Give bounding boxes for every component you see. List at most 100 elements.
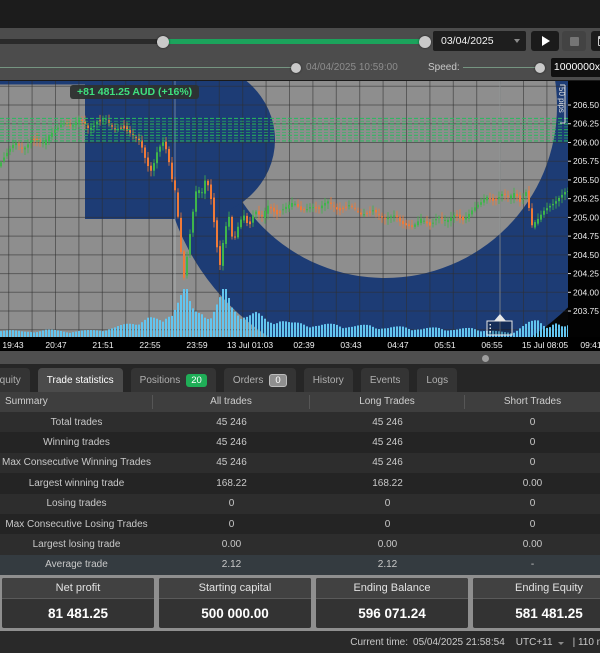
time-tick: 03:43: [340, 340, 362, 350]
time-tick: 19:43: [2, 340, 24, 350]
stats-header-3: Short Trades: [465, 395, 600, 409]
test-progress-line: [0, 67, 291, 68]
current-time-label: Current time:: [350, 637, 408, 648]
card-value: 81 481.25: [2, 599, 154, 627]
table-row[interactable]: Losing trades000: [0, 494, 600, 514]
row-value: 2.12: [310, 559, 465, 570]
row-value: 0.00: [465, 478, 600, 489]
time-tick: 22:55: [139, 340, 161, 350]
row-label: Largest winning trade: [0, 478, 153, 489]
stats-header-0: Summary: [0, 395, 153, 409]
current-time-value: 05/04/2025 21:58:54: [413, 637, 505, 648]
row-value: 45 246: [153, 417, 310, 428]
table-row[interactable]: Winning trades45 24645 2460: [0, 432, 600, 452]
table-row[interactable]: Average trade2.122.12-: [0, 555, 600, 575]
time-tick: 13 Jul 01:03: [227, 340, 274, 350]
chart-scrollbar[interactable]: [0, 351, 600, 364]
card-title: Ending Equity: [473, 578, 600, 599]
chart-scrollbar-handle[interactable]: [482, 355, 489, 362]
tab-orders[interactable]: Orders0: [224, 368, 296, 392]
tab-label: Logs: [426, 375, 448, 386]
play-button[interactable]: [531, 31, 559, 51]
price-tick: 204.00: [573, 287, 599, 297]
timezone-dropdown[interactable]: UTC+11: [516, 637, 553, 648]
stats-table-body: Total trades45 24645 2460Winning trades4…: [0, 412, 600, 575]
chart-canvas[interactable]: 50 pips206.50206.25206.00205.75205.50205…: [0, 81, 600, 352]
chevron-down-icon: [514, 39, 520, 43]
tab-count-badge: 20: [186, 374, 207, 387]
time-tick: 20:47: [45, 340, 67, 350]
row-value: 45 246: [153, 437, 310, 448]
row-value: -: [465, 559, 600, 570]
row-value: 0: [310, 498, 465, 509]
play-icon: [542, 36, 550, 46]
time-tick: 15 Jul 08:05: [522, 340, 569, 350]
row-value: 0: [465, 417, 600, 428]
row-label: Average trade: [0, 559, 153, 570]
row-value: 0.00: [153, 539, 310, 550]
row-value: 0: [465, 519, 600, 530]
tab-count-badge: 0: [269, 374, 286, 387]
speed-slider-track[interactable]: [463, 67, 540, 68]
price-tick: 205.50: [573, 175, 599, 185]
seek-start-handle[interactable]: [157, 36, 169, 48]
scale-label: 50 pips: [557, 87, 566, 113]
trading-app-window: 03/04/2025 04/04/2025 10:59:00 Speed: 10…: [0, 0, 600, 653]
row-value: 0: [310, 519, 465, 530]
playback-toolbar: 03/04/2025 04/04/2025 10:59:00 Speed: 10…: [0, 28, 600, 80]
card-title: Starting capital: [159, 578, 311, 599]
tab-logs[interactable]: Logs: [417, 368, 457, 392]
row-value: 0: [153, 498, 310, 509]
speed-slider-handle[interactable]: [535, 63, 545, 73]
tab-equity[interactable]: Equity: [0, 368, 30, 392]
tab-label: Positions: [140, 375, 181, 386]
tab-history[interactable]: History: [304, 368, 353, 392]
status-bar: Current time: 05/04/2025 21:58:54 UTC+11…: [0, 631, 600, 653]
time-tick: 06:55: [481, 340, 503, 350]
stats-table-header: SummaryAll tradesLong TradesShort Trades: [0, 392, 600, 412]
speed-label: Speed:: [428, 62, 460, 73]
tab-events[interactable]: Events: [361, 368, 410, 392]
table-row[interactable]: Largest winning trade168.22168.220.00: [0, 473, 600, 493]
table-row[interactable]: Max Consecutive Winning Trades45 24645 2…: [0, 453, 600, 473]
price-tick: 205.75: [573, 156, 599, 166]
summary-card-starting-capital: Starting capital500 000.00: [159, 578, 311, 628]
profit-tooltip: +81 481.25 AUD (+16%): [70, 85, 199, 99]
summary-card-ending-balance: Ending Balance596 071.24: [316, 578, 468, 628]
price-tick: 206.50: [573, 100, 599, 110]
price-tick: 203.75: [573, 306, 599, 316]
seek-position-handle[interactable]: [419, 36, 431, 48]
journal-button[interactable]: [591, 31, 600, 51]
bottom-panel-tabs: Equity Trade statistics Positions 20 Orders0…: [0, 364, 600, 392]
stop-button[interactable]: [562, 31, 586, 51]
row-label: Winning trades: [0, 437, 153, 448]
card-value: 500 000.00: [159, 599, 311, 627]
price-tick: 206.00: [573, 137, 599, 147]
row-value: 0.00: [310, 539, 465, 550]
row-value: 168.22: [310, 478, 465, 489]
tab-positions[interactable]: Positions 20: [131, 368, 216, 392]
table-row[interactable]: Total trades45 24645 2460: [0, 412, 600, 432]
time-tick: 04:47: [387, 340, 409, 350]
stop-icon: [570, 37, 579, 46]
price-tick: 205.25: [573, 194, 599, 204]
latency-value: | 110 ms: [573, 637, 600, 648]
table-row[interactable]: Max Consecutive Losing Trades000: [0, 514, 600, 534]
row-value: 0: [465, 498, 600, 509]
time-tick: 02:39: [293, 340, 315, 350]
tab-label: Trade statistics: [47, 375, 114, 386]
date-dropdown[interactable]: 03/04/2025: [433, 31, 526, 51]
price-chart[interactable]: 50 pips206.50206.25206.00205.75205.50205…: [0, 80, 600, 351]
summary-cards: Net profit81 481.25Starting capital500 0…: [0, 575, 600, 631]
table-row[interactable]: Largest losing trade0.000.000.00: [0, 534, 600, 554]
tab-label: Equity: [0, 375, 21, 386]
row-value: 0: [465, 457, 600, 468]
row-value: 45 246: [310, 437, 465, 448]
summary-card-net-profit: Net profit81 481.25: [2, 578, 154, 628]
row-value: 0: [153, 519, 310, 530]
tab-label: History: [313, 375, 344, 386]
window-titlebar: [0, 0, 600, 28]
test-progress-handle[interactable]: [291, 63, 301, 73]
tab-trade-statistics[interactable]: Trade statistics: [38, 368, 123, 392]
time-tick: 23:59: [186, 340, 208, 350]
